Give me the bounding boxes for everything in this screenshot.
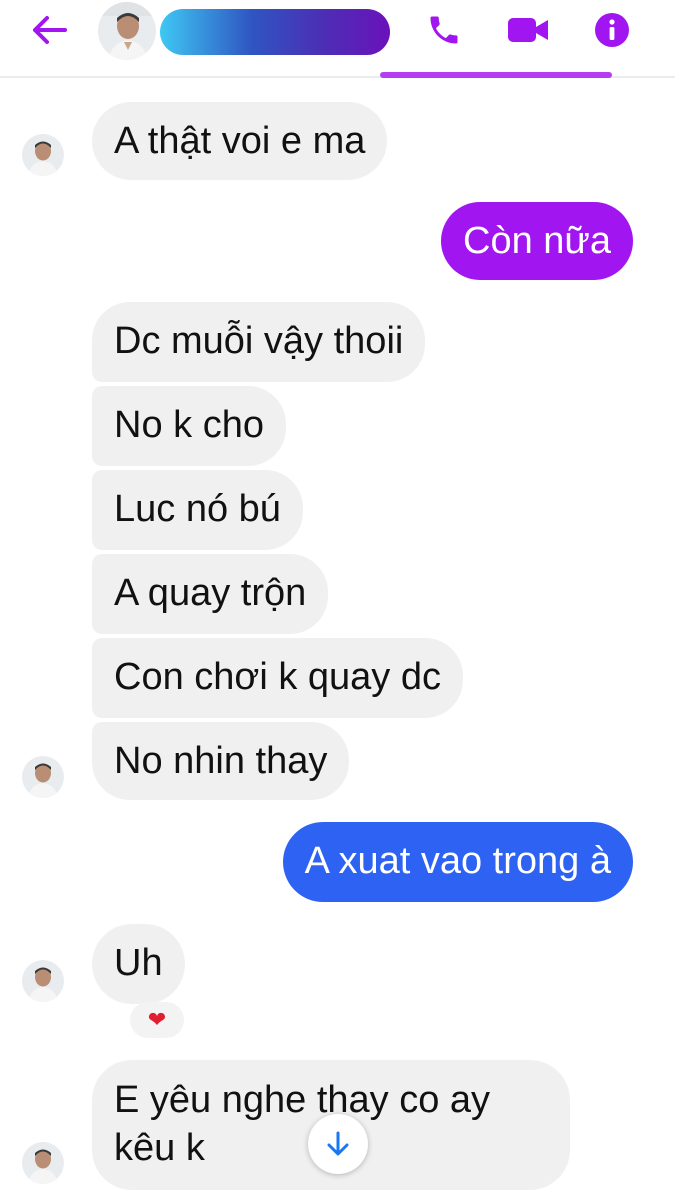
message-bubble-incoming[interactable]: No nhin thay	[92, 722, 350, 800]
chat-header	[0, 0, 675, 78]
arrow-down-icon	[327, 1131, 349, 1156]
video-call-button[interactable]	[504, 8, 552, 52]
message-reaction[interactable]: ❤	[130, 1002, 184, 1038]
contact-avatar-small[interactable]	[22, 1142, 64, 1184]
video-camera-icon	[508, 18, 548, 42]
message-bubble-incoming[interactable]: Luc nó bú	[92, 470, 303, 550]
message-bubble-incoming[interactable]: No k cho	[92, 386, 286, 466]
phone-icon	[430, 16, 458, 44]
active-status-bar	[380, 72, 612, 78]
message-bubble-incoming[interactable]: A quay trộn	[92, 554, 329, 634]
back-arrow-icon	[33, 16, 67, 44]
voice-call-button[interactable]	[420, 8, 468, 52]
heart-icon: ❤	[147, 1007, 167, 1032]
contact-avatar-small[interactable]	[22, 134, 64, 176]
message-bubble-outgoing[interactable]: A xuat vao trong à	[282, 822, 633, 902]
contact-avatar-small[interactable]	[22, 960, 64, 1002]
contact-name-redacted[interactable]	[160, 9, 390, 55]
back-button[interactable]	[28, 10, 72, 50]
message-bubble-incoming[interactable]: Uh	[92, 924, 185, 1004]
contact-avatar[interactable]	[98, 2, 156, 60]
scroll-to-bottom-button[interactable]	[308, 1114, 368, 1174]
contact-avatar-small[interactable]	[22, 756, 64, 798]
message-bubble-incoming[interactable]: Dc muỗi vậy thoii	[92, 302, 426, 382]
message-bubble-outgoing[interactable]: Còn nữa	[441, 202, 633, 280]
info-icon	[595, 13, 629, 47]
message-bubble-incoming[interactable]: A thật voi e ma	[92, 102, 388, 180]
message-bubble-incoming[interactable]: Con chơi k quay dc	[92, 638, 463, 718]
info-button[interactable]	[588, 8, 636, 52]
